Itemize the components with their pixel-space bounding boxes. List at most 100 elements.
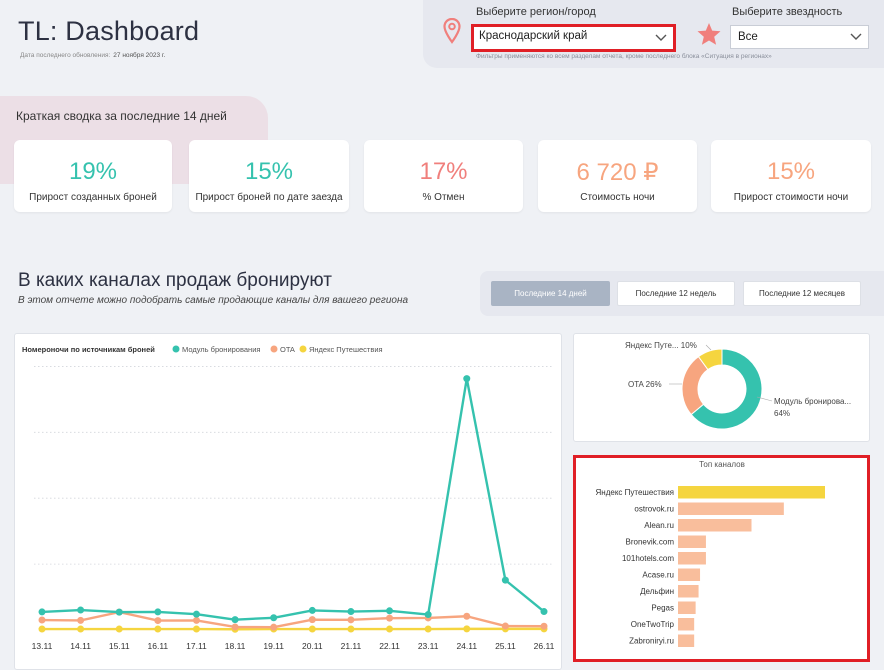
series-point [386, 625, 394, 633]
bar [678, 618, 695, 631]
x-tick-label: 13.11 [32, 641, 53, 651]
period-button-12-months[interactable]: Последние 12 месяцев [743, 281, 861, 306]
series-line [41, 377, 545, 621]
kpi-value: 15% [244, 158, 294, 185]
series-point [77, 625, 85, 633]
series-point [501, 576, 509, 584]
series-point [501, 622, 509, 630]
series-point [463, 625, 471, 633]
dashboard-title: TL: Dashboard [18, 16, 200, 46]
legend-label: OTA [280, 345, 295, 354]
x-tick-label: 26.11 [534, 641, 555, 651]
last-updated-value: 27 ноября 2023 г. [113, 52, 166, 59]
series-point [540, 608, 548, 616]
bar-label: Alean.ru [644, 521, 674, 530]
kpi-value: 19% [68, 158, 118, 185]
last-updated: Дата последнего обновления: 27 ноября 202… [20, 52, 165, 59]
legend-marker [299, 345, 307, 353]
x-tick-label: 20.11 [302, 641, 323, 651]
top-channels-bars: Яндекс Путешествия ostrovok.ru Alean.ru Bro… [596, 486, 825, 647]
series-point [192, 610, 200, 618]
bar-label: Bronevik.com [626, 538, 675, 547]
series-point [231, 623, 239, 631]
bar [678, 568, 701, 581]
series-point [192, 625, 200, 633]
series-point [154, 625, 162, 633]
series-point [308, 606, 316, 614]
x-tick-label: 25.11 [495, 641, 516, 651]
bar-label: Дельфин [640, 587, 674, 596]
stars-select-value: Все [738, 31, 758, 43]
series-point [231, 616, 239, 624]
series-point [77, 606, 85, 614]
channels-section-subtitle: В этом отчете можно подобрать самые прод… [18, 295, 409, 306]
summary-title: Краткая сводка за последние 14 дней [16, 109, 227, 123]
period-button-12-weeks[interactable]: Последние 12 недель [617, 281, 735, 306]
bar-label: OneTwoTrip [631, 620, 675, 629]
series-point [347, 608, 355, 616]
kpi-label: Прирост стоимости ночи [733, 192, 849, 203]
series-point [270, 614, 278, 622]
kpi-label: Стоимость ночи [580, 192, 655, 203]
kpi-label: % Отмен [422, 192, 465, 203]
bar [678, 519, 752, 532]
x-tick-label: 15.11 [109, 641, 130, 651]
series-point [38, 625, 46, 633]
series-point [38, 608, 46, 616]
series-point [463, 612, 471, 620]
donut-leader-line [705, 344, 712, 351]
channels-section-title: В каких каналах продаж бронируют [18, 270, 332, 291]
donut-label-value: 64% [774, 409, 790, 418]
bar-label: Pegas [651, 604, 674, 613]
x-tick-label: 16.11 [148, 641, 169, 651]
donut-chart: Модуль бронирова... 64% OTA 26% Яндекс Путе… [625, 341, 851, 430]
location-pin-icon [443, 18, 461, 44]
line-chart: Номероночи по источникам броней Модуль б… [22, 345, 555, 651]
x-tick-label: 24.11 [456, 641, 477, 651]
bar [678, 486, 825, 499]
legend-marker [270, 345, 278, 353]
bar [678, 535, 706, 548]
series-point [386, 607, 394, 615]
donut-label: OTA 26% [628, 380, 662, 389]
kpi-card-cancellations: 17% % Отмен [364, 140, 523, 212]
series-point [540, 622, 548, 630]
series-point [463, 375, 471, 383]
bar-label: Zabroniryi.ru [629, 637, 674, 646]
x-tick-label: 21.11 [341, 641, 362, 651]
period-button-14-days[interactable]: Последние 14 дней [491, 281, 610, 306]
chevron-down-icon [655, 34, 667, 41]
bar [678, 634, 695, 647]
star-icon [697, 23, 721, 45]
series-point [154, 617, 162, 625]
legend-label: Яндекс Путешествия [309, 345, 383, 354]
series-point [347, 625, 355, 633]
region-select[interactable]: Краснодарский край [471, 24, 676, 52]
donut-slices [681, 348, 763, 430]
x-tick-label: 14.11 [70, 641, 91, 651]
series-point [424, 611, 432, 619]
bar [678, 601, 696, 614]
bar-label: Acase.ru [642, 571, 674, 580]
top-channels-chart: Топ каналов Яндекс Путешествия ostrovok.r… [596, 460, 825, 647]
series-point [77, 616, 85, 624]
series-point [308, 625, 316, 633]
stars-select[interactable]: Все [730, 25, 869, 49]
x-tick-label: 19.11 [263, 641, 284, 651]
legend-label: Модуль бронирования [182, 345, 260, 354]
region-filter-label: Выберите регион/город [476, 6, 596, 18]
bar-label: ostrovok.ru [634, 505, 674, 514]
series-point [270, 623, 278, 631]
kpi-label: Прирост созданных броней [29, 192, 157, 203]
top-channels-title: Топ каналов [699, 460, 745, 469]
region-select-value: Краснодарский край [479, 30, 588, 42]
bar [678, 552, 706, 565]
kpi-card-bookings-growth: 19% Прирост созданных броней [14, 140, 172, 212]
stars-filter-label: Выберите звездность [732, 6, 843, 18]
donut-label: Модуль бронирова... [774, 397, 851, 406]
x-tick-label: 18.11 [225, 641, 246, 651]
line-chart-x-ticks: 13.11 14.11 15.11 16.11 17.11 18.11 19.11 20.11… [32, 641, 555, 651]
kpi-label: Прирост броней по дате заезда [195, 192, 343, 203]
last-updated-label: Дата последнего обновления: [20, 52, 111, 59]
bar-label: 101hotels.com [622, 554, 674, 563]
